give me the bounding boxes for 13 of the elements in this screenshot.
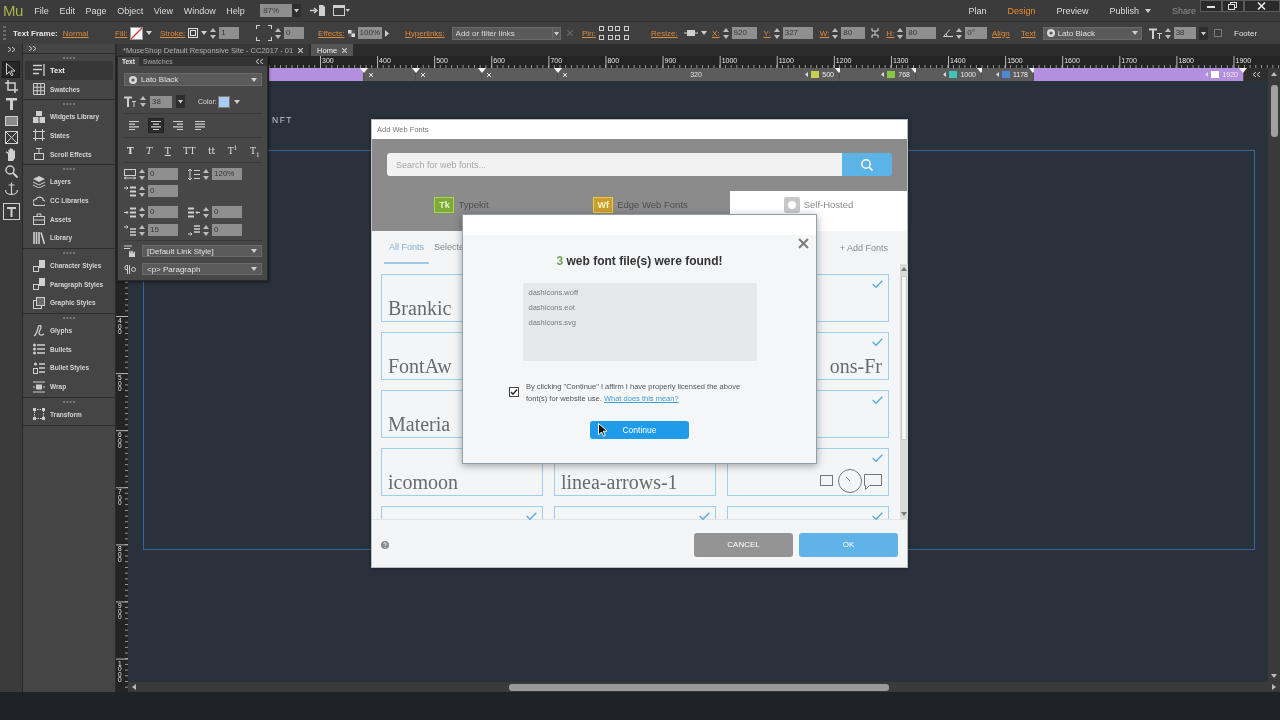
- font-name: ons-Fr: [829, 355, 882, 377]
- app-logo: Mu: [3, 1, 24, 20]
- footer-label: Footer: [1234, 28, 1258, 38]
- source-badge: Wf: [593, 197, 614, 213]
- font-name: Brankic: [388, 297, 452, 319]
- font-name: Materia: [388, 413, 451, 435]
- page-heading-text: NFT: [272, 115, 294, 125]
- font-name: linea-arrows-1: [561, 471, 678, 493]
- dialog-heading: 3 web font file(s) were found!: [556, 253, 723, 269]
- source-badge: Tk: [434, 197, 455, 213]
- frame-type-label: Text Frame:: [13, 28, 58, 38]
- font-name: icomoon: [388, 471, 458, 493]
- font-name: FontAw: [388, 355, 452, 377]
